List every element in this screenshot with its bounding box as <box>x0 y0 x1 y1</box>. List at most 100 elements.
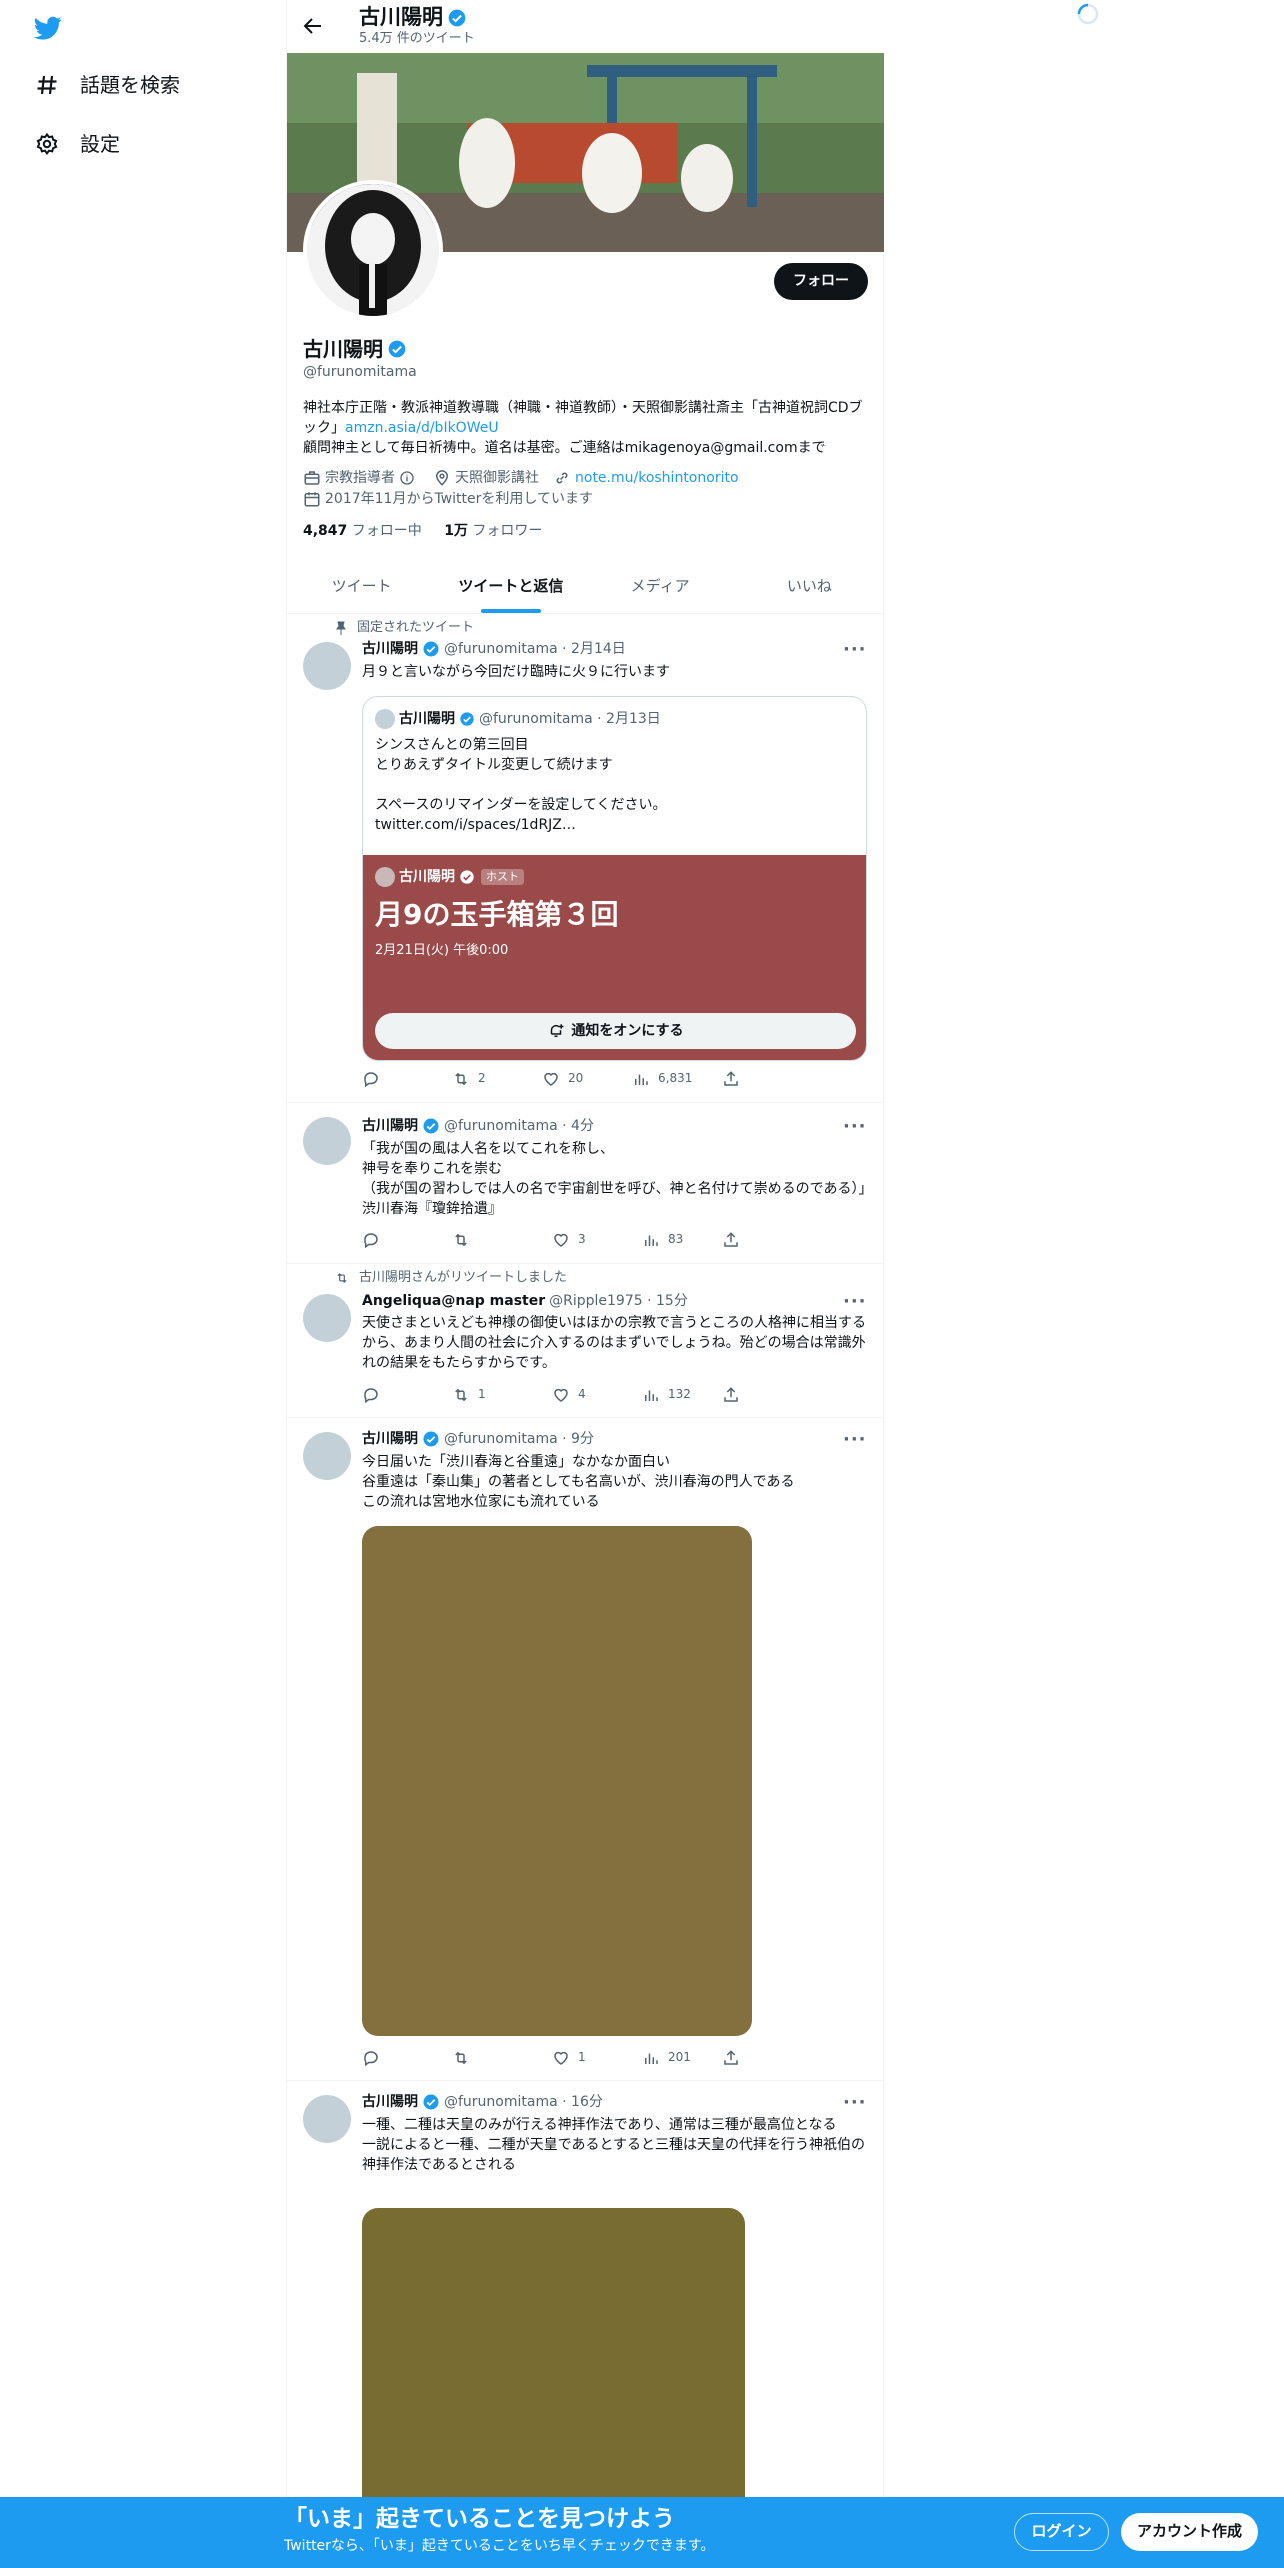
quoted-tweet[interactable]: 古川陽明 @furunomitama · 2月13日 シンスさんとの第三回目 と… <box>362 696 867 1061</box>
like-button[interactable]: 20 <box>542 1070 583 1088</box>
profile-meta-row: 宗教指導者 天照御影講社 note.mu/koshintonorito <box>303 469 753 487</box>
views-button[interactable]: 201 <box>642 2049 691 2067</box>
back-arrow-icon[interactable] <box>301 14 325 38</box>
profile-avatar[interactable] <box>303 180 443 320</box>
heart-icon <box>554 1233 568 1247</box>
retweet-icon <box>455 1233 467 1247</box>
share-button[interactable] <box>722 2049 740 2067</box>
more-options-icon[interactable]: ··· <box>843 638 867 660</box>
tab-tweets[interactable]: ツイート <box>287 561 436 613</box>
tweet-image[interactable] <box>362 1526 752 2036</box>
reply-button[interactable] <box>362 1070 388 1088</box>
retweet-button[interactable]: 1 <box>452 1386 486 1404</box>
twitter-logo-icon[interactable] <box>32 14 64 42</box>
tweet-avatar[interactable] <box>303 1432 351 1480</box>
like-button[interactable]: 4 <box>552 1386 586 1404</box>
info-icon[interactable] <box>399 470 415 486</box>
heart-icon <box>554 2051 568 2065</box>
reply-button[interactable] <box>362 1231 388 1249</box>
signup-banner: 「いま」起きていることを見つけよう Twitterなら、「いま」起きていることを… <box>0 2497 1284 2568</box>
sidebar-item-explore[interactable]: 話題を検索 <box>34 72 180 98</box>
profile-joined: 2017年11月からTwitterを利用しています <box>303 490 593 508</box>
profile-column: 古川陽明 5.4万 件のツイート フォロー 古川陽明 @furunomitama… <box>286 0 884 2568</box>
reply-icon <box>364 1233 378 1249</box>
tweet-text: 一種、二種は天皇のみが行える神拝作法であり、通常は三種が最高位となる 一説による… <box>362 2117 866 2173</box>
followers-stat[interactable]: 1万 フォロワー <box>444 523 542 539</box>
retweet-context: 古川陽明さんがリツイートしました <box>335 1270 567 1287</box>
verified-badge-icon <box>388 340 406 358</box>
more-options-icon[interactable]: ··· <box>843 1290 867 1312</box>
verified-badge-icon <box>423 641 439 657</box>
verified-badge-icon <box>423 2094 439 2110</box>
login-button[interactable]: ログイン <box>1014 2513 1109 2551</box>
tab-media[interactable]: メディア <box>586 561 735 613</box>
tab-tweets-and-replies[interactable]: ツイートと返信 <box>436 561 585 613</box>
follow-button[interactable]: フォロー <box>774 263 868 300</box>
profile-header-bar: 古川陽明 5.4万 件のツイート <box>287 0 884 53</box>
retweet-icon <box>455 1072 467 1086</box>
reply-button[interactable] <box>362 1386 388 1404</box>
verified-badge-icon <box>423 1118 439 1134</box>
tweet-header: 古川陽明 @furunomitama · 4分 <box>362 1118 594 1134</box>
tweet-item[interactable]: 古川陽明 @furunomitama · 9分 ··· 今日届いた「渋川春海と谷… <box>287 1418 884 2081</box>
share-button[interactable] <box>722 1231 740 1249</box>
space-card[interactable]: 古川陽明 ホスト 月9の玉手箱第３回 2月21日(火) 午後0:00 通知をオン… <box>363 855 866 1060</box>
profile-category: 宗教指導者 <box>303 469 419 487</box>
views-chart-icon <box>635 1074 648 1085</box>
heart-icon <box>554 1388 568 1402</box>
reply-icon <box>364 1388 378 1404</box>
tab-likes[interactable]: いいね <box>735 561 884 613</box>
tweet-actions: 3 83 <box>362 1231 802 1251</box>
more-options-icon[interactable]: ··· <box>843 1115 867 1137</box>
retweet-button[interactable]: 2 <box>452 1070 486 1088</box>
views-button[interactable]: 132 <box>642 1386 691 1404</box>
like-button[interactable]: 3 <box>552 1231 586 1249</box>
pinned-context: 固定されたツイート <box>335 620 474 637</box>
profile-bio: 神社本庁正階・教派神道教導職（神職・神道教師）・天照御影講社斎主「古神道祝詞CD… <box>303 400 863 456</box>
retweet-button[interactable] <box>452 1231 478 1249</box>
profile-name: 古川陽明 <box>303 336 407 362</box>
share-icon <box>724 1387 738 1402</box>
verified-badge-icon <box>460 870 474 884</box>
reply-button[interactable] <box>362 2049 388 2067</box>
tweet-avatar[interactable] <box>303 1294 351 1342</box>
views-chart-icon <box>645 2053 658 2064</box>
quote-header: 古川陽明 @furunomitama · 2月13日 <box>375 709 661 729</box>
tweet-avatar[interactable] <box>303 642 351 690</box>
calendar-icon <box>304 492 320 507</box>
space-reminder-button[interactable]: 通知をオンにする <box>375 1013 856 1049</box>
retweet-icon <box>455 2051 467 2065</box>
tweet-item[interactable]: 古川陽明 @furunomitama · 16分 ··· 一種、二種は天皇のみが… <box>287 2081 884 2568</box>
tweet-avatar[interactable] <box>303 2095 351 2143</box>
sidebar-item-settings[interactable]: 設定 <box>34 131 120 157</box>
like-button[interactable]: 1 <box>552 2049 586 2067</box>
tweet-text: 天使さまといえども神様の御使いはほかの宗教で言うところの人格神に相当するから、あ… <box>362 1315 866 1371</box>
more-options-icon[interactable]: ··· <box>843 2091 867 2113</box>
profile-tabs: ツイート ツイートと返信 メディア いいね <box>287 561 884 614</box>
space-title: 月9の玉手箱第３回 <box>375 898 619 931</box>
tweet-item[interactable]: 古川陽明 @furunomitama · 4分 ··· 「我が国の風は人名を以て… <box>287 1103 884 1264</box>
briefcase-icon <box>304 471 320 485</box>
share-button[interactable] <box>722 1386 740 1404</box>
tweet-item[interactable]: 古川陽明さんがリツイートしました Angeliqua@nap master @R… <box>287 1264 884 1418</box>
tweet-actions: 2 20 6,831 <box>362 1070 802 1090</box>
views-button[interactable]: 6,831 <box>632 1070 692 1088</box>
signup-button[interactable]: アカウント作成 <box>1121 2513 1258 2551</box>
tweet-avatar[interactable] <box>303 1117 351 1165</box>
more-options-icon[interactable]: ··· <box>843 1428 867 1450</box>
host-badge: ホスト <box>481 868 524 886</box>
space-host-avatar <box>375 867 395 887</box>
tweet-actions: 1 4 132 <box>362 1386 802 1406</box>
tweet-header: 古川陽明 @furunomitama · 16分 <box>362 2094 603 2110</box>
retweet-button[interactable] <box>452 2049 478 2067</box>
profile-website[interactable]: note.mu/koshintonorito <box>553 469 739 487</box>
share-button[interactable] <box>722 1070 740 1088</box>
verified-badge-icon <box>460 712 474 726</box>
bio-link[interactable]: amzn.asia/d/bIkOWeU <box>345 420 499 436</box>
location-pin-icon <box>435 470 449 486</box>
views-button[interactable]: 83 <box>642 1231 683 1249</box>
profile-stats: 4,847 フォロー中 1万 フォロワー <box>303 522 542 540</box>
hashtag-icon <box>34 72 60 98</box>
following-stat[interactable]: 4,847 フォロー中 <box>303 523 422 539</box>
tweet-item[interactable]: 固定されたツイート 古川陽明 @furunomitama · 2月14日 ···… <box>287 614 884 1103</box>
